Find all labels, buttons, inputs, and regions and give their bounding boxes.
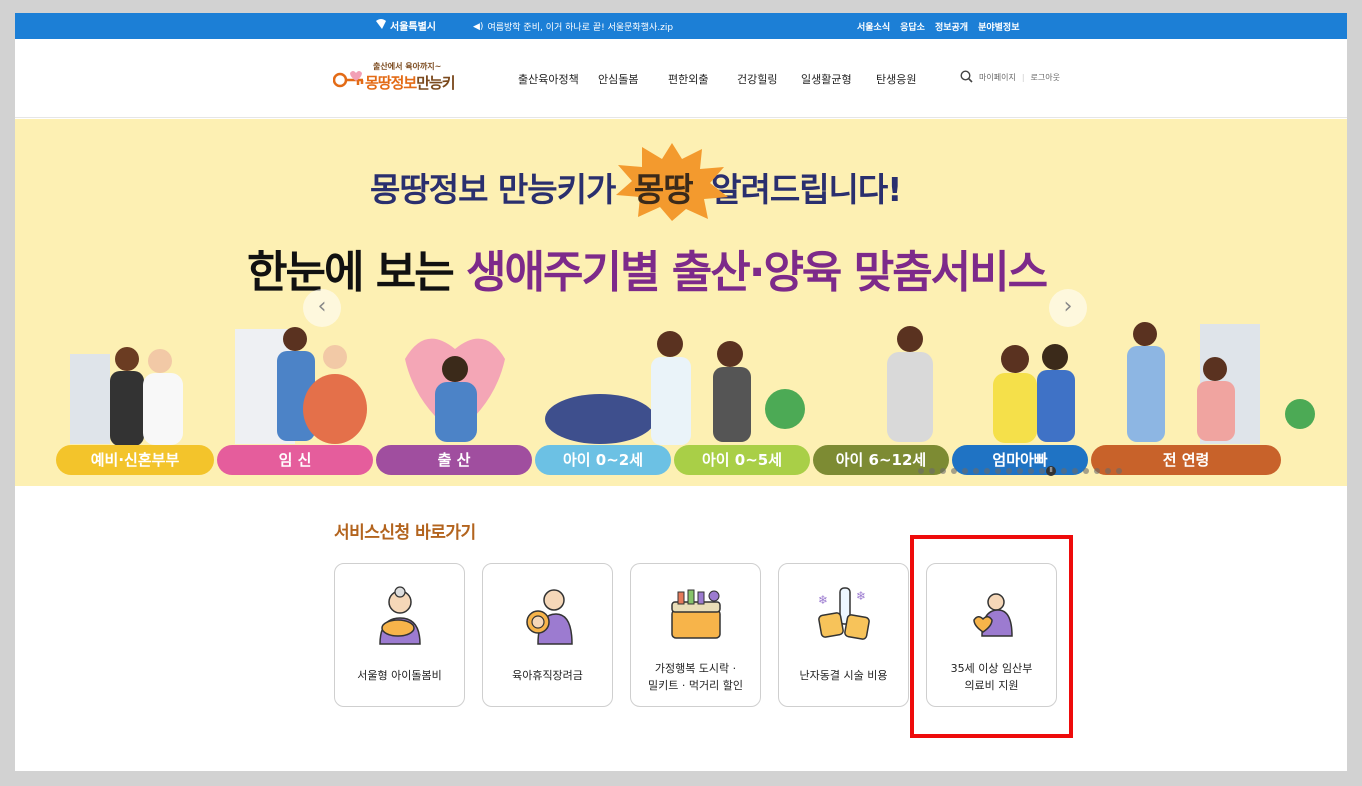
notice-ticker[interactable]: ◀) 여름방학 준비, 이거 하나로 끝! 서울문화행사.zip <box>473 20 674 34</box>
pagination-dot[interactable] <box>1017 468 1023 474</box>
banner-pagination <box>918 468 1122 474</box>
pagination-dot[interactable] <box>1105 468 1111 474</box>
service-label: 가정행복 도시락 · 밀키트 · 먹거리 할인 <box>648 662 743 692</box>
pagination-dot[interactable] <box>918 468 924 474</box>
pagination-dot[interactable] <box>1006 468 1012 474</box>
services-title: 서비스신청 바로가기 <box>334 523 476 543</box>
notice-text: 여름방학 준비, 이거 하나로 끝! 서울문화행사.zip <box>487 23 674 33</box>
service-card-parental-leave[interactable]: 육아휴직장려금 <box>482 563 613 707</box>
search-icon[interactable] <box>960 70 973 85</box>
util-divider: | <box>1021 73 1025 82</box>
service-label: 육아휴직장려금 <box>512 669 583 682</box>
pagination-dot[interactable] <box>973 468 979 474</box>
service-card-lunchbox[interactable]: 가정행복 도시락 · 밀키트 · 먹거리 할인 <box>630 563 761 707</box>
mypage-link[interactable]: 마이페이지 <box>979 72 1016 83</box>
parent-child-icon <box>526 589 573 645</box>
highlight-box <box>910 535 1073 738</box>
banner-headline-1: 몽땅정보 만능키가 몽땅 알려드립니다! <box>370 143 902 221</box>
nav-health[interactable]: 건강힐링 <box>737 71 801 87</box>
logout-link[interactable]: 로그아웃 <box>1031 72 1060 83</box>
nav-outing[interactable]: 편한외출 <box>668 71 737 87</box>
stage-birth[interactable]: 출 산 <box>376 445 532 475</box>
test-tube-icon: ❄ ❄ <box>818 587 870 640</box>
pagination-dot[interactable] <box>995 468 1001 474</box>
topbar-link-fields[interactable]: 분야별정보 <box>978 20 1019 33</box>
pagination-dot[interactable] <box>940 468 946 474</box>
pagination-dot[interactable] <box>1083 468 1089 474</box>
topbar-links: 서울소식 응답소 정보공개 분야별정보 <box>857 20 1020 33</box>
pagination-dot[interactable] <box>1028 468 1034 474</box>
banner-next-button[interactable]: › <box>1049 289 1087 327</box>
pagination-dot[interactable] <box>929 468 935 474</box>
nav-policy[interactable]: 출산육아정책 <box>518 71 598 87</box>
pagination-dot[interactable] <box>1072 468 1078 474</box>
svg-text:❄: ❄ <box>818 593 828 607</box>
stage-age-0-5[interactable]: 아이 0~5세 <box>674 445 810 475</box>
pagination-dot[interactable] <box>1094 468 1100 474</box>
svg-text:❄: ❄ <box>856 589 866 603</box>
stage-pregnancy[interactable]: 임 신 <box>217 445 373 475</box>
pagination-dot[interactable] <box>984 468 990 474</box>
pagination-dot[interactable] <box>1116 468 1122 474</box>
stage-newlyweds[interactable]: 예비·신혼부부 <box>56 445 214 475</box>
stage-age-0-2[interactable]: 아이 0~2세 <box>535 445 671 475</box>
seoul-topbar: 서울특별시 ◀) 여름방학 준비, 이거 하나로 끝! 서울문화행사.zip 서… <box>15 13 1347 39</box>
seoul-logo-icon <box>375 18 387 33</box>
site-logo[interactable]: 출산에서 육아까지~ 몽땅정보만능키 <box>333 61 463 97</box>
topbar-link-response[interactable]: 응답소 <box>900 20 925 33</box>
main-nav: 출산육아정책 안심돌봄 편한외출 건강힐링 일생활균형 탄생응원 <box>518 71 936 87</box>
pagination-dot[interactable] <box>1039 468 1045 474</box>
seoul-label: 서울특별시 <box>390 22 436 33</box>
topbar-link-news[interactable]: 서울소식 <box>857 20 890 33</box>
banner-pause-button[interactable]: ll <box>1046 466 1056 476</box>
utility-menu: 마이페이지 | 로그아웃 <box>960 70 1060 85</box>
nav-care[interactable]: 안심돌봄 <box>598 71 668 87</box>
nav-balance[interactable]: 일생활균형 <box>801 71 876 87</box>
key-logo-icon <box>333 71 364 88</box>
topbar-link-disclosure[interactable]: 정보공개 <box>935 20 968 33</box>
seoul-link[interactable]: 서울특별시 <box>375 18 436 33</box>
logo-title: 몽땅정보만능키 <box>365 74 456 92</box>
pagination-dot[interactable] <box>1061 468 1067 474</box>
speaker-icon: ◀) <box>473 21 484 32</box>
service-label: 난자동결 시술 비용 <box>799 669 888 682</box>
family-illustration <box>70 322 1315 446</box>
service-card-childcare[interactable]: 서울형 아이돌봄비 <box>334 563 465 707</box>
nav-birth[interactable]: 탄생응원 <box>876 71 936 87</box>
lunchbox-icon <box>671 589 721 639</box>
grandma-baby-icon <box>379 586 421 645</box>
burst-badge: 몽땅 <box>615 143 728 221</box>
service-label: 서울형 아이돌봄비 <box>357 669 442 682</box>
site-header: 출산에서 육아까지~ 몽땅정보만능키 출산육아정책 안심돌봄 편한외출 건강힐링… <box>15 39 1347 118</box>
pagination-dot[interactable] <box>962 468 968 474</box>
logo-tagline: 출산에서 육아까지~ <box>373 62 442 71</box>
browser-page: 서울특별시 ◀) 여름방학 준비, 이거 하나로 끝! 서울문화행사.zip 서… <box>15 13 1347 771</box>
pagination-dot[interactable] <box>951 468 957 474</box>
banner-headline-2: 한눈에 보는 생애주기별 출산·양육 맞춤서비스 <box>247 247 1048 298</box>
main-banner: 몽땅정보 만능키가 몽땅 알려드립니다! 한눈에 보는 생애주기별 출산·양육 … <box>15 119 1347 486</box>
banner-prev-button[interactable]: ‹ <box>303 289 341 327</box>
service-card-egg-freezing[interactable]: ❄ ❄ 난자동결 시술 비용 <box>778 563 909 707</box>
